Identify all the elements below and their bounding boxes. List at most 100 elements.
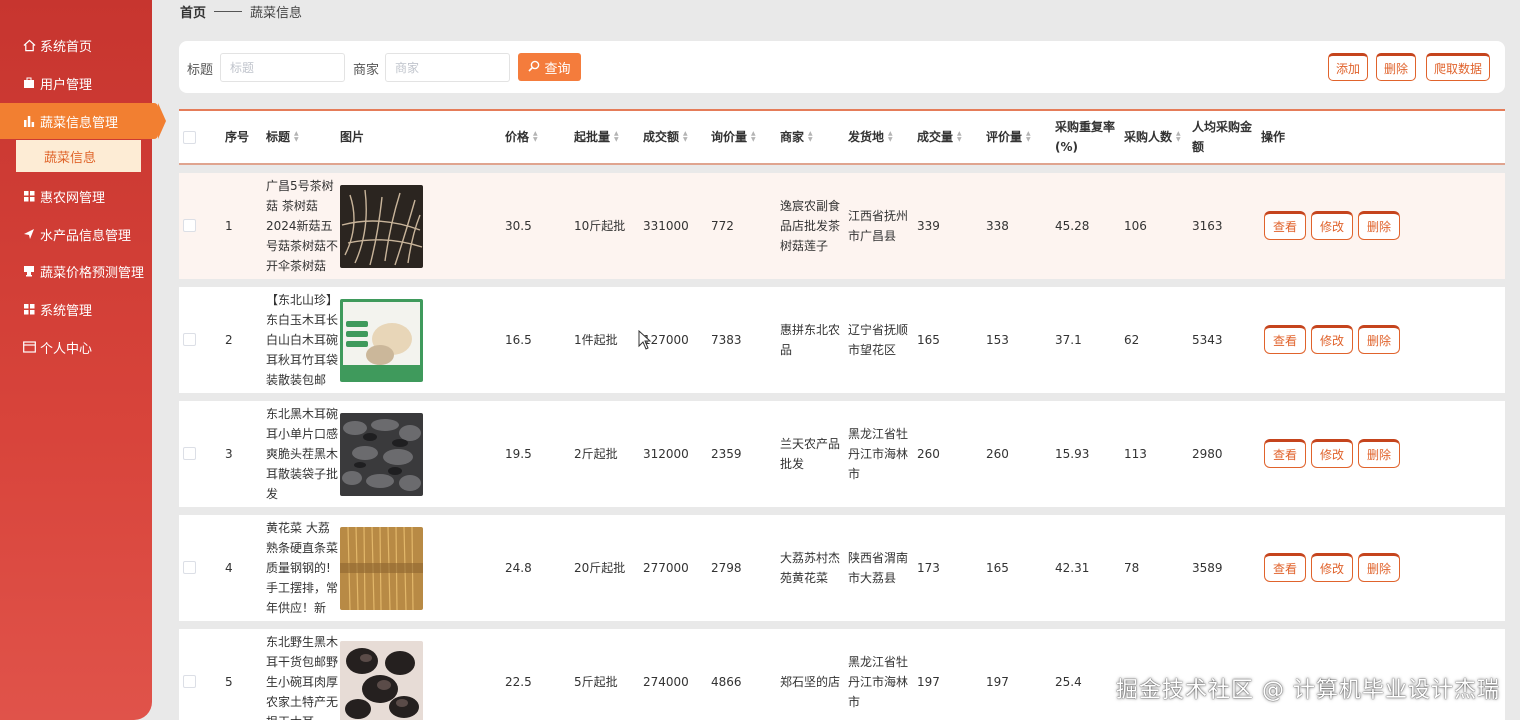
sidebar-item-home[interactable]: 系统首页 bbox=[0, 27, 152, 63]
row-checkbox[interactable] bbox=[183, 219, 196, 232]
row-buyers: 106 bbox=[1124, 219, 1147, 233]
row-min-batch: 2斤起批 bbox=[574, 447, 618, 461]
col-origin[interactable]: 发货地 ▲ ▼ bbox=[848, 111, 893, 163]
row-avg-amount: 2980 bbox=[1192, 447, 1223, 461]
sidebar-item-price-forecast[interactable]: 蔬菜价格预测管理 bbox=[0, 253, 152, 289]
sidebar-item-aquatic[interactable]: 水产品信息管理 bbox=[0, 216, 152, 252]
row-checkbox[interactable] bbox=[183, 675, 196, 688]
sidebar-item-users[interactable]: 用户管理 bbox=[0, 65, 152, 101]
row-repurchase: 15.93 bbox=[1055, 447, 1090, 461]
sidebar-item-label: 蔬菜价格预测管理 bbox=[40, 265, 145, 281]
col-buyers[interactable]: 采购人数 ▲ ▼ bbox=[1124, 111, 1181, 163]
edit-button[interactable]: 修改 bbox=[1311, 553, 1354, 582]
row-checkbox[interactable] bbox=[183, 447, 196, 460]
select-all-checkbox[interactable] bbox=[183, 131, 196, 144]
grid-icon bbox=[22, 302, 36, 316]
sidebar-item-system[interactable]: 系统管理 bbox=[0, 291, 152, 327]
sort-icon[interactable]: ▲ ▼ bbox=[683, 131, 688, 143]
sort-icon[interactable]: ▲ ▼ bbox=[1176, 131, 1181, 143]
product-image bbox=[340, 527, 423, 610]
sort-icon[interactable]: ▲ ▼ bbox=[533, 131, 538, 143]
col-inquiry[interactable]: 询价量 ▲ ▼ bbox=[711, 111, 756, 163]
sort-icon[interactable]: ▲ ▼ bbox=[614, 131, 619, 143]
row-checkbox[interactable] bbox=[183, 333, 196, 346]
col-avg-amount: 人均采购金额 bbox=[1192, 120, 1253, 154]
add-button[interactable]: 添加 bbox=[1328, 53, 1369, 81]
breadcrumb-separator bbox=[214, 11, 243, 12]
delete-button[interactable]: 删除 bbox=[1358, 211, 1401, 240]
col-turnover[interactable]: 成交额 ▲ ▼ bbox=[643, 111, 688, 163]
view-button[interactable]: 查看 bbox=[1264, 439, 1307, 468]
edit-button[interactable]: 修改 bbox=[1311, 325, 1354, 354]
row-deals: 173 bbox=[917, 561, 940, 575]
sidebar-item-profile[interactable]: 个人中心 bbox=[0, 329, 152, 365]
mouse-cursor-icon bbox=[638, 330, 652, 350]
col-turnover-label: 成交额 bbox=[643, 130, 680, 144]
sidebar-item-label: 系统首页 bbox=[40, 39, 93, 55]
col-reviews[interactable]: 评价量 ▲ ▼ bbox=[986, 111, 1031, 163]
col-reviews-label: 评价量 bbox=[986, 130, 1023, 144]
table-header: 序号 标题 ▲ ▼ 图片 价格 ▲ ▼ 起批量 ▲ ▼ 成交额 ▲ ▼ 询价量 ▲ ▼ 商家 ▲ ▼ 发… bbox=[179, 109, 1505, 165]
sort-icon[interactable]: ▲ ▼ bbox=[1026, 131, 1031, 143]
row-merchant: 惠拼东北农品 bbox=[780, 323, 841, 357]
row-repurchase: 45.28 bbox=[1055, 219, 1090, 233]
col-deals[interactable]: 成交量 ▲ ▼ bbox=[917, 111, 962, 163]
sort-icon[interactable]: ▲ ▼ bbox=[957, 131, 962, 143]
sort-icon[interactable]: ▲ ▼ bbox=[751, 131, 756, 143]
sidebar-item-vegetable-info[interactable]: 蔬菜信息管理 bbox=[0, 103, 166, 139]
sidebar: 系统首页 用户管理 蔬菜信息管理 蔬菜信息 惠农网管理 水产品信息管理 蔬菜价格… bbox=[0, 0, 166, 720]
row-deals: 260 bbox=[917, 447, 940, 461]
edit-button[interactable]: 修改 bbox=[1311, 211, 1354, 240]
sidebar-item-label: 系统管理 bbox=[40, 303, 93, 319]
col-min-batch-label: 起批量 bbox=[574, 130, 611, 144]
sort-icon[interactable]: ▲ ▼ bbox=[294, 131, 299, 143]
edit-button[interactable]: 修改 bbox=[1311, 439, 1354, 468]
col-merchant[interactable]: 商家 ▲ ▼ bbox=[780, 111, 813, 163]
row-turnover: 274000 bbox=[643, 675, 689, 689]
col-min-batch[interactable]: 起批量 ▲ ▼ bbox=[574, 111, 619, 163]
send-icon bbox=[22, 227, 36, 241]
delete-button[interactable]: 删除 bbox=[1358, 439, 1401, 468]
row-price: 16.5 bbox=[505, 333, 532, 347]
row-repurchase: 42.31 bbox=[1055, 561, 1090, 575]
delete-button[interactable]: 删除 bbox=[1358, 553, 1401, 582]
col-deals-label: 成交量 bbox=[917, 130, 954, 144]
row-buyers: 78 bbox=[1124, 561, 1140, 575]
crawl-data-button[interactable]: 爬取数据 bbox=[1426, 53, 1491, 81]
col-title[interactable]: 标题 ▲ ▼ bbox=[266, 111, 299, 163]
row-origin: 黑龙江省牡丹江市海林市 bbox=[848, 427, 909, 481]
row-index: 2 bbox=[225, 333, 233, 347]
delete-button[interactable]: 删除 bbox=[1358, 325, 1401, 354]
bulk-delete-button[interactable]: 删除 bbox=[1376, 53, 1417, 81]
sidebar-item-label: 蔬菜信息管理 bbox=[40, 115, 119, 131]
table-row: 2 【东北山珍】东白玉木耳长白山白木耳碗耳秋耳竹耳袋装散装包邮 16.5 1件起… bbox=[179, 287, 1505, 393]
query-button[interactable]: 查询 bbox=[518, 53, 581, 81]
sort-icon[interactable]: ▲ ▼ bbox=[888, 131, 893, 143]
row-checkbox[interactable] bbox=[183, 561, 196, 574]
col-merchant-label: 商家 bbox=[780, 130, 805, 144]
row-avg-amount: 3163 bbox=[1192, 219, 1223, 233]
col-image: 图片 bbox=[340, 130, 365, 144]
col-index: 序号 bbox=[225, 130, 250, 144]
product-image bbox=[340, 641, 423, 720]
view-button[interactable]: 查看 bbox=[1264, 553, 1307, 582]
view-button[interactable]: 查看 bbox=[1264, 325, 1307, 354]
view-button[interactable]: 查看 bbox=[1264, 211, 1307, 240]
row-merchant: 大荔苏村杰苑黄花菜 bbox=[780, 551, 841, 585]
row-origin: 黑龙江省牡丹江市海林市 bbox=[848, 655, 909, 709]
row-merchant: 兰天农产品批发 bbox=[780, 437, 841, 471]
row-min-batch: 20斤起批 bbox=[574, 561, 626, 575]
home-icon bbox=[22, 38, 36, 52]
table-row: 1 广昌5号茶树菇 茶树菇2024新菇五号菇茶树菇不开伞茶树菇 30.5 10斤… bbox=[179, 173, 1505, 279]
sidebar-item-huinong[interactable]: 惠农网管理 bbox=[0, 178, 152, 214]
row-index: 4 bbox=[225, 561, 233, 575]
table-row: 4 黄花菜 大荔熟条硬直条菜质量钢钢的!手工摆排，常年供应！新 24.8 20斤… bbox=[179, 515, 1505, 621]
col-price[interactable]: 价格 ▲ ▼ bbox=[505, 111, 538, 163]
submenu-item-vegetable-info[interactable]: 蔬菜信息 bbox=[16, 140, 141, 172]
breadcrumb-home[interactable]: 首页 bbox=[180, 2, 206, 21]
title-search-input[interactable] bbox=[220, 53, 345, 82]
vegetable-table: 序号 标题 ▲ ▼ 图片 价格 ▲ ▼ 起批量 ▲ ▼ 成交额 ▲ ▼ 询价量 ▲ ▼ 商家 ▲ ▼ 发… bbox=[179, 109, 1505, 720]
merchant-search-input[interactable] bbox=[385, 53, 510, 82]
sort-icon[interactable]: ▲ ▼ bbox=[808, 131, 813, 143]
grid-icon bbox=[22, 189, 36, 203]
